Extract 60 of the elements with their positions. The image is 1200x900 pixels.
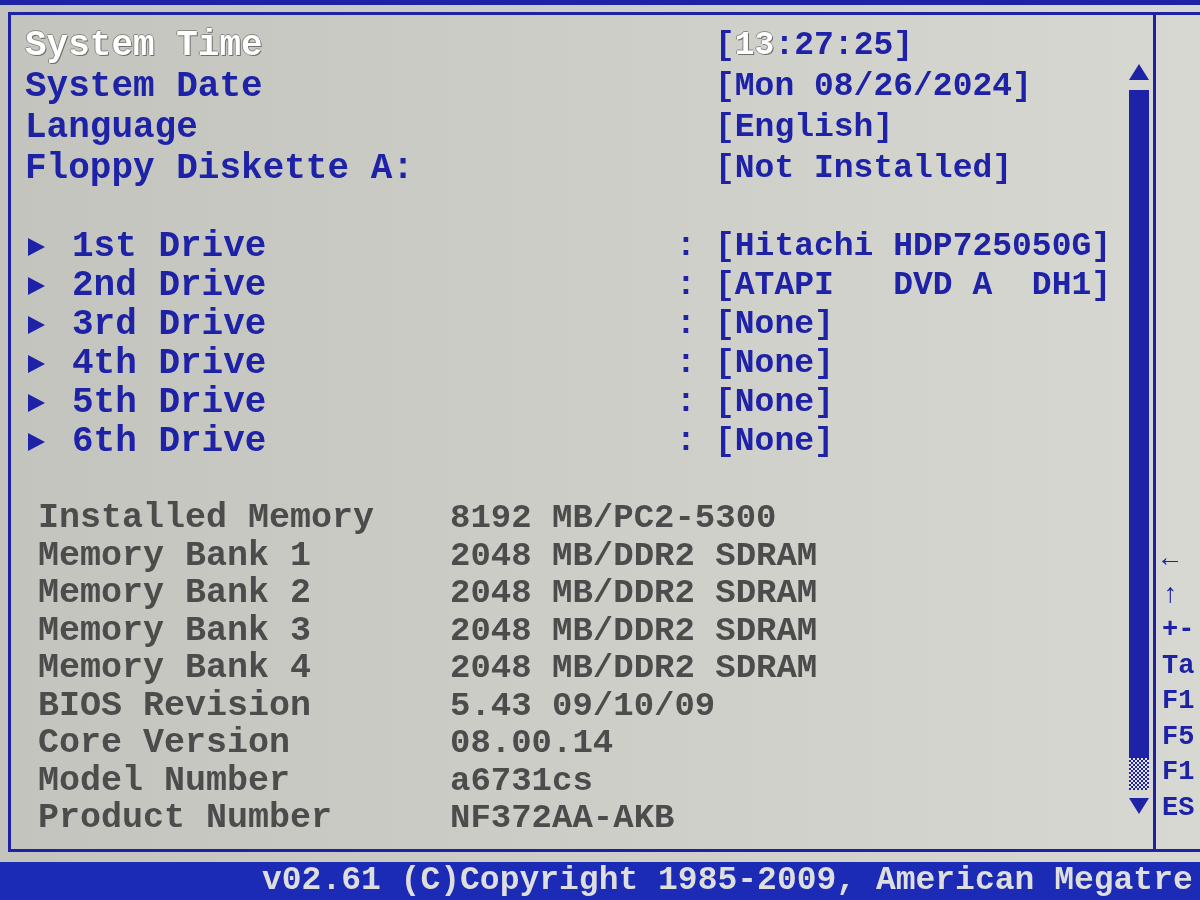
drive-separator: : bbox=[675, 344, 696, 383]
drive-label[interactable]: 6th Drive bbox=[72, 422, 267, 461]
drive-value: [Hitachi HDP725050G] bbox=[715, 227, 1112, 266]
drive-label[interactable]: 2nd Drive bbox=[72, 266, 267, 305]
help-text: ← bbox=[1162, 543, 1179, 576]
right-arrow-icon bbox=[28, 237, 45, 256]
info-value: 2048 MB/DDR2 SDRAM bbox=[450, 575, 818, 613]
scroll-down-icon[interactable] bbox=[1129, 798, 1149, 814]
setting-value[interactable]: [Mon 08/26/2024] bbox=[715, 66, 1032, 107]
setting-label[interactable]: Language bbox=[25, 107, 198, 148]
drive-label[interactable]: 1st Drive bbox=[72, 227, 267, 266]
info-value: 2048 MB/DDR2 SDRAM bbox=[450, 650, 818, 688]
help-text: F1 bbox=[1162, 685, 1195, 718]
info-label: Core Version bbox=[38, 725, 291, 763]
setting-value[interactable]: [13:27:25] bbox=[715, 25, 914, 66]
help-text: F1 bbox=[1162, 756, 1195, 789]
info-value: 08.00.14 bbox=[450, 725, 614, 763]
info-value: 2048 MB/DDR2 SDRAM bbox=[450, 612, 818, 650]
info-value: NF372AA-AKB bbox=[450, 800, 675, 838]
info-label: Installed Memory bbox=[38, 500, 375, 538]
info-label: Memory Bank 1 bbox=[38, 537, 312, 575]
setting-label[interactable]: System Date bbox=[25, 66, 263, 107]
info-label: Memory Bank 2 bbox=[38, 575, 312, 613]
setting-value[interactable]: [Not Installed] bbox=[715, 148, 1013, 189]
right-arrow-icon bbox=[28, 432, 45, 451]
info-label: Memory Bank 4 bbox=[38, 650, 312, 688]
info-label: Product Number bbox=[38, 800, 333, 838]
drive-separator: : bbox=[675, 422, 696, 461]
setting-value[interactable]: [English] bbox=[715, 107, 894, 148]
info-label: Memory Bank 3 bbox=[38, 612, 312, 650]
info-value: a6731cs bbox=[450, 762, 593, 800]
scroll-up-icon[interactable] bbox=[1129, 64, 1149, 80]
info-value: 2048 MB/DDR2 SDRAM bbox=[450, 537, 818, 575]
help-text: ↑ bbox=[1162, 578, 1179, 612]
drive-value: [None] bbox=[715, 344, 834, 383]
drive-value: [ATAPI DVD A DH1] bbox=[715, 266, 1112, 305]
drive-separator: : bbox=[675, 266, 696, 305]
drive-separator: : bbox=[675, 227, 696, 266]
info-value: 8192 MB/PC2-5300 bbox=[450, 500, 777, 538]
help-text: F5 bbox=[1162, 720, 1195, 754]
drive-label[interactable]: 3rd Drive bbox=[72, 305, 267, 344]
drive-label[interactable]: 4th Drive bbox=[72, 344, 267, 383]
help-text: ES bbox=[1162, 791, 1195, 825]
copyright-text: v02.61 (C)Copyright 1985-2009, American Megatre bbox=[262, 862, 1193, 900]
help-text: +- bbox=[1162, 614, 1195, 647]
info-label: Model Number bbox=[38, 762, 291, 800]
drive-value: [None] bbox=[715, 305, 834, 344]
info-label: BIOS Revision bbox=[38, 687, 312, 725]
setting-label[interactable]: Floppy Diskette A: bbox=[25, 148, 414, 189]
right-arrow-icon bbox=[28, 393, 45, 412]
right-arrow-icon bbox=[28, 276, 45, 295]
help-text: Ta bbox=[1162, 649, 1195, 683]
right-arrow-icon bbox=[28, 315, 45, 334]
right-arrow-icon bbox=[28, 354, 45, 373]
info-value: 5.43 09/10/09 bbox=[450, 687, 716, 725]
drive-separator: : bbox=[675, 305, 696, 344]
drive-value: [None] bbox=[715, 383, 834, 422]
drive-label[interactable]: 5th Drive bbox=[72, 383, 267, 422]
drive-separator: : bbox=[675, 383, 696, 422]
drive-value: [None] bbox=[715, 422, 834, 461]
